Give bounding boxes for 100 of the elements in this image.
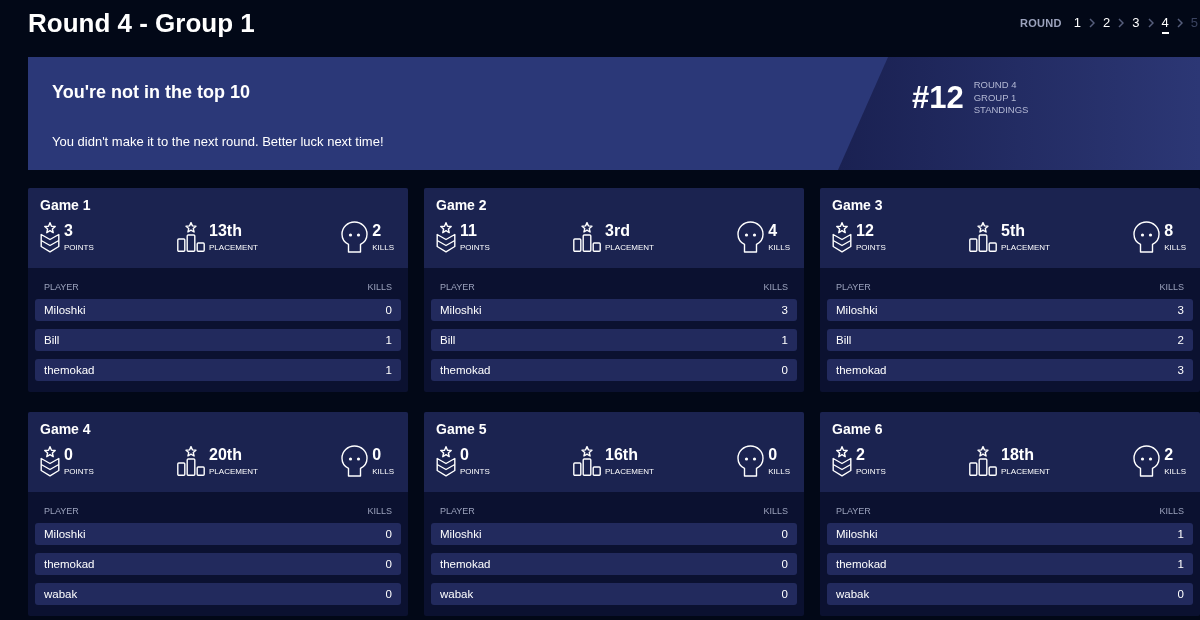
banner-heading: You're not in the top 10 — [52, 81, 251, 103]
banner-message: You didn't make it to the next round. Better luck next time! — [52, 133, 385, 151]
kills-value: 3 — [1177, 304, 1184, 316]
kills-value: 1 — [385, 334, 392, 346]
game-title: Game 4 — [40, 421, 92, 438]
column-header: PLAYER — [836, 281, 871, 294]
player-name: Miloshki — [440, 528, 482, 540]
stat-value: 4 — [768, 221, 778, 240]
game-title: Game 3 — [832, 197, 884, 214]
player-name: themokad — [836, 558, 887, 570]
chevron-badge-icon — [436, 445, 456, 477]
player-name: themokad — [836, 364, 887, 376]
player-name: wabak — [836, 588, 870, 600]
stat-value: 0 — [768, 445, 778, 464]
round-label: ROUND — [1020, 16, 1062, 30]
chevron-badge-icon — [832, 445, 852, 477]
player-name: themokad — [44, 558, 95, 570]
player-name: Bill — [44, 334, 60, 346]
chevron-badge-icon — [436, 221, 456, 253]
stat-label: KILLS — [372, 466, 394, 477]
stat-value: 2 — [1164, 445, 1174, 464]
player-name: Miloshki — [440, 304, 482, 316]
kills-value: 0 — [781, 528, 788, 540]
stat-label: POINTS — [64, 242, 94, 253]
column-header: PLAYER — [836, 505, 871, 518]
kills-value: 3 — [1177, 364, 1184, 376]
stat-value: 0 — [372, 445, 382, 464]
kills-value: 1 — [1177, 558, 1184, 570]
player-name: Miloshki — [836, 528, 878, 540]
podium-icon — [177, 446, 206, 476]
skull-icon — [341, 221, 369, 253]
stat-value: 20th — [209, 445, 242, 464]
standings-caption: ROUND 4 — [973, 79, 1018, 92]
kills-value: 0 — [781, 588, 788, 600]
stat-label: PLACEMENT — [1001, 242, 1050, 253]
player-name: themokad — [440, 558, 491, 570]
game-title: Game 2 — [436, 197, 488, 214]
chevron-badge-icon — [40, 445, 60, 477]
stat-label: POINTS — [64, 466, 94, 477]
round-link[interactable]: 4 — [1161, 15, 1169, 34]
page-title: Round 4 - Group 1 — [28, 7, 255, 39]
stat-value: 16th — [605, 445, 638, 464]
stat-label: KILLS — [372, 242, 394, 253]
skull-icon — [737, 445, 765, 477]
podium-icon — [969, 446, 998, 476]
round-link[interactable]: 1 — [1073, 15, 1082, 34]
player-name: Bill — [440, 334, 456, 346]
kills-value: 0 — [385, 528, 392, 540]
column-header: KILLS — [1159, 281, 1184, 294]
stat-value: 12 — [856, 221, 874, 240]
player-name: Bill — [836, 334, 852, 346]
player-name: wabak — [44, 588, 78, 600]
column-header: KILLS — [367, 281, 392, 294]
stat-label: POINTS — [856, 466, 886, 477]
stat-label: PLACEMENT — [209, 466, 258, 477]
chevron-badge-icon — [40, 221, 60, 253]
column-header: KILLS — [763, 505, 788, 518]
column-header: PLAYER — [44, 281, 79, 294]
player-name: Miloshki — [44, 304, 86, 316]
kills-value: 0 — [781, 558, 788, 570]
skull-icon — [1133, 221, 1161, 253]
podium-icon — [177, 222, 206, 252]
column-header: PLAYER — [44, 505, 79, 518]
column-header: KILLS — [1159, 505, 1184, 518]
chevron-icon — [1118, 18, 1125, 28]
column-header: PLAYER — [440, 505, 475, 518]
stat-label: POINTS — [856, 242, 886, 253]
stat-label: PLACEMENT — [1001, 466, 1050, 477]
round-link[interactable]: 3 — [1132, 15, 1140, 34]
stat-label: KILLS — [768, 466, 790, 477]
skull-icon — [1133, 445, 1161, 477]
kills-value: 0 — [385, 558, 392, 570]
round-link[interactable]: 2 — [1103, 15, 1111, 34]
podium-icon — [573, 446, 602, 476]
player-name: Miloshki — [44, 528, 86, 540]
player-name: Miloshki — [836, 304, 878, 316]
stat-label: KILLS — [1164, 242, 1186, 253]
stat-value: 0 — [460, 445, 469, 464]
stat-label: PLACEMENT — [605, 466, 654, 477]
stat-label: POINTS — [460, 466, 490, 477]
kills-value: 1 — [781, 334, 788, 346]
stat-value: 2 — [856, 445, 865, 464]
standings-caption: STANDINGS — [973, 104, 1029, 117]
kills-value: 1 — [385, 364, 392, 376]
player-name: themokad — [440, 364, 491, 376]
stat-value: 11 — [460, 221, 477, 240]
chevron-icon — [1147, 18, 1154, 28]
podium-icon — [573, 222, 602, 252]
stat-value: 18th — [1001, 445, 1034, 464]
chevron-icon — [1176, 18, 1183, 28]
standings-caption: GROUP 1 — [973, 91, 1018, 104]
stat-label: KILLS — [1164, 466, 1186, 477]
kills-value: 0 — [385, 304, 392, 316]
game-title: Game 1 — [40, 197, 92, 214]
player-name: wabak — [440, 588, 474, 600]
podium-icon — [969, 222, 998, 252]
chevron-icon — [1089, 18, 1096, 28]
stat-value: 8 — [1164, 221, 1174, 240]
column-header: KILLS — [763, 281, 788, 294]
kills-value: 0 — [781, 364, 788, 376]
